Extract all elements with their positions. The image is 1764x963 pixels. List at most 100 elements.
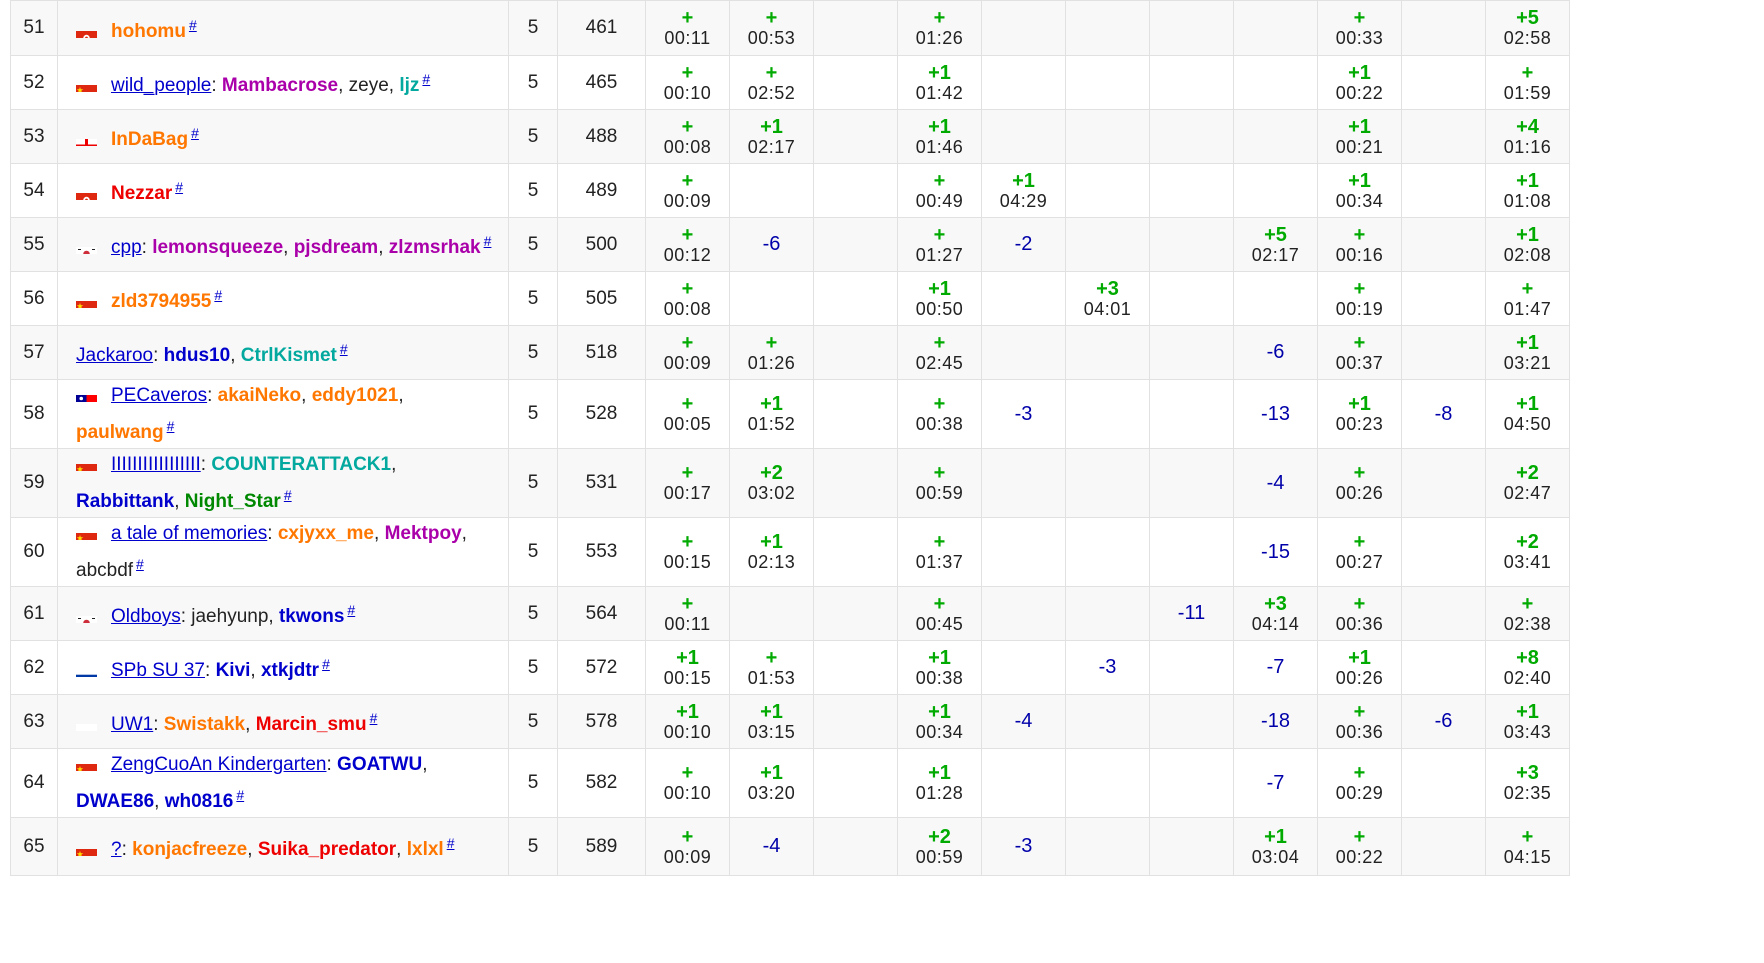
problem-cell[interactable] [1401, 817, 1486, 876]
problem-cell[interactable] [1149, 517, 1234, 587]
problem-cell[interactable] [729, 586, 814, 641]
party-hash-link[interactable]: # [175, 179, 183, 195]
team-link[interactable]: a tale of memories [111, 523, 267, 544]
problem-cell[interactable] [1149, 325, 1234, 380]
problem-cell[interactable]: -4 [981, 694, 1066, 749]
problem-cell[interactable]: +1 03:15 [729, 694, 814, 749]
problem-cell[interactable]: +00:05 [645, 379, 730, 449]
problem-cell[interactable] [1065, 379, 1150, 449]
problem-cell[interactable] [1149, 640, 1234, 695]
problem-cell[interactable] [1401, 109, 1486, 164]
problem-cell[interactable]: +1 00:22 [1317, 55, 1402, 110]
team-link[interactable]: IIIIIIIIIIIIIIIII [111, 454, 201, 475]
member-handle[interactable]: jaehyunp [191, 606, 268, 627]
problem-cell[interactable] [981, 748, 1066, 818]
problem-cell[interactable]: +00:45 [897, 586, 982, 641]
problem-cell[interactable]: +02:52 [729, 55, 814, 110]
member-handle[interactable]: ljz [399, 75, 419, 96]
problem-cell[interactable] [1065, 694, 1150, 749]
problem-cell[interactable]: +00:09 [645, 325, 730, 380]
problem-cell[interactable] [981, 448, 1066, 518]
member-handle[interactable]: CtrlKismet [241, 345, 337, 366]
party-hash-link[interactable]: # [340, 341, 348, 357]
member-handle[interactable]: abcbdf [76, 560, 133, 581]
problem-cell[interactable] [813, 217, 898, 272]
problem-cell[interactable]: +4 01:16 [1485, 109, 1570, 164]
team-link[interactable]: PECaveros [111, 385, 207, 406]
problem-cell[interactable] [813, 109, 898, 164]
team-link[interactable]: cpp [111, 237, 142, 258]
member-handle[interactable]: Kivi [216, 660, 251, 681]
problem-cell[interactable]: -11 [1149, 586, 1234, 641]
member-handle[interactable]: COUNTERATTACK1 [211, 454, 391, 475]
problem-cell[interactable]: +1 03:20 [729, 748, 814, 818]
party-hash-link[interactable]: # [167, 418, 175, 434]
problem-cell[interactable] [1149, 109, 1234, 164]
problem-cell[interactable]: +2 03:41 [1485, 517, 1570, 587]
problem-cell[interactable]: +1 01:28 [897, 748, 982, 818]
problem-cell[interactable]: +00:16 [1317, 217, 1402, 272]
problem-cell[interactable] [981, 55, 1066, 110]
member-handle[interactable]: paulwang [76, 422, 164, 443]
member-handle[interactable]: Marcin_smu [256, 714, 367, 735]
team-link[interactable]: ? [111, 839, 122, 860]
problem-cell[interactable] [813, 0, 898, 56]
problem-cell[interactable]: +1 02:13 [729, 517, 814, 587]
problem-cell[interactable]: +00:19 [1317, 271, 1402, 326]
problem-cell[interactable] [1401, 325, 1486, 380]
party-hash-link[interactable]: # [191, 125, 199, 141]
member-handle[interactable]: hdus10 [164, 345, 231, 366]
problem-cell[interactable] [1149, 217, 1234, 272]
member-handle[interactable]: xtkjdtr [261, 660, 319, 681]
problem-cell[interactable]: +1 01:46 [897, 109, 982, 164]
problem-cell[interactable]: +01:53 [729, 640, 814, 695]
member-handle[interactable]: wh0816 [165, 791, 234, 812]
problem-cell[interactable]: +04:15 [1485, 817, 1570, 876]
problem-cell[interactable] [1401, 271, 1486, 326]
problem-cell[interactable]: +1 02:08 [1485, 217, 1570, 272]
problem-cell[interactable]: +00:38 [897, 379, 982, 449]
problem-cell[interactable] [1149, 448, 1234, 518]
problem-cell[interactable] [813, 379, 898, 449]
problem-cell[interactable]: +01:37 [897, 517, 982, 587]
problem-cell[interactable]: +2 03:02 [729, 448, 814, 518]
problem-cell[interactable] [1065, 109, 1150, 164]
problem-cell[interactable] [981, 640, 1066, 695]
problem-cell[interactable]: +00:26 [1317, 448, 1402, 518]
problem-cell[interactable]: +01:26 [729, 325, 814, 380]
problem-cell[interactable]: +00:11 [645, 586, 730, 641]
problem-cell[interactable] [1149, 271, 1234, 326]
member-handle[interactable]: Mambacrose [222, 75, 338, 96]
problem-cell[interactable]: -3 [1065, 640, 1150, 695]
problem-cell[interactable] [729, 163, 814, 218]
problem-cell[interactable] [1149, 748, 1234, 818]
problem-cell[interactable]: -8 [1401, 379, 1486, 449]
member-handle[interactable]: zlzmsrhak [389, 237, 481, 258]
member-handle[interactable]: eddy1021 [312, 385, 399, 406]
problem-cell[interactable]: +2 02:47 [1485, 448, 1570, 518]
problem-cell[interactable]: +1 03:43 [1485, 694, 1570, 749]
member-handle[interactable]: akaiNeko [218, 385, 301, 406]
problem-cell[interactable]: -3 [981, 379, 1066, 449]
problem-cell[interactable] [1401, 517, 1486, 587]
problem-cell[interactable]: +00:09 [645, 163, 730, 218]
problem-cell[interactable] [1149, 694, 1234, 749]
problem-cell[interactable] [1233, 0, 1318, 56]
problem-cell[interactable] [1065, 217, 1150, 272]
member-handle[interactable]: tkwons [279, 606, 344, 627]
problem-cell[interactable] [813, 517, 898, 587]
problem-cell[interactable] [1233, 271, 1318, 326]
problem-cell[interactable] [1401, 586, 1486, 641]
problem-cell[interactable]: +00:29 [1317, 748, 1402, 818]
problem-cell[interactable]: +8 02:40 [1485, 640, 1570, 695]
problem-cell[interactable]: +01:59 [1485, 55, 1570, 110]
party-hash-link[interactable]: # [322, 656, 330, 672]
problem-cell[interactable]: +1 01:08 [1485, 163, 1570, 218]
problem-cell[interactable]: +1 01:42 [897, 55, 982, 110]
problem-cell[interactable] [1401, 55, 1486, 110]
problem-cell[interactable]: +00:53 [729, 0, 814, 56]
problem-cell[interactable]: +01:26 [897, 0, 982, 56]
problem-cell[interactable]: +00:37 [1317, 325, 1402, 380]
problem-cell[interactable] [813, 586, 898, 641]
problem-cell[interactable]: -2 [981, 217, 1066, 272]
